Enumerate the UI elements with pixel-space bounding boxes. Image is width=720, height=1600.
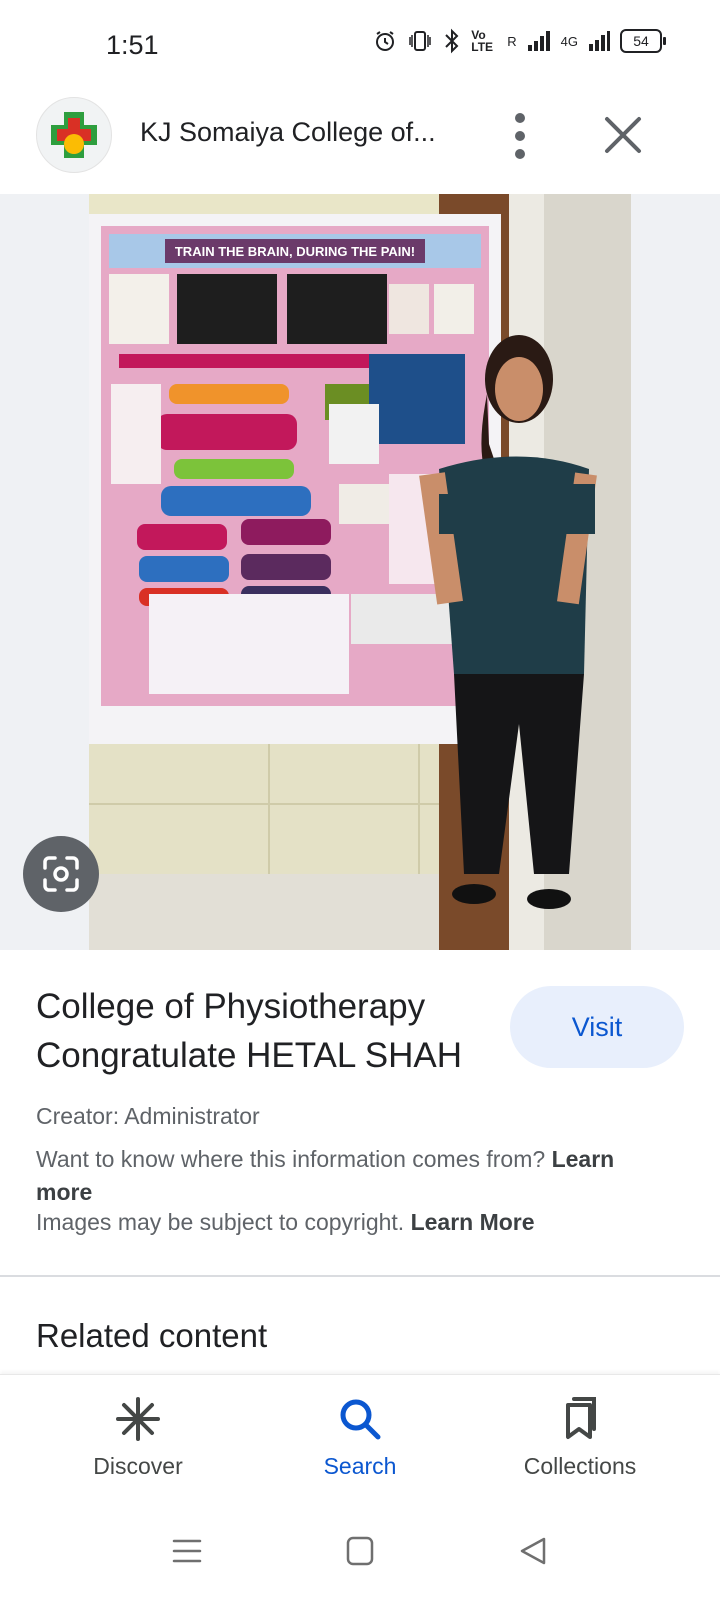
nav-search[interactable]: Search	[260, 1395, 460, 1480]
vibrate-icon	[409, 31, 432, 51]
nav-search-label: Search	[323, 1453, 397, 1479]
divider	[0, 1275, 720, 1277]
network-label: R	[507, 33, 517, 49]
site-logo-icon	[51, 112, 97, 158]
close-icon	[605, 117, 641, 153]
nav-discover[interactable]: Discover	[38, 1395, 238, 1480]
search-icon	[340, 1399, 381, 1440]
asterisk-icon	[116, 1397, 160, 1441]
image-preview-area: TRAIN THE BRAIN, DURING THE PAIN!	[0, 194, 720, 950]
status-bar: 1:51 Vo LTE R 4G 54	[0, 0, 720, 90]
viewer-header: KJ Somaiya College of...	[0, 90, 720, 194]
result-image[interactable]: TRAIN THE BRAIN, DURING THE PAIN!	[89, 194, 631, 950]
bluetooth-icon	[445, 28, 459, 54]
more-vert-icon	[515, 113, 525, 159]
site-title[interactable]: KJ Somaiya College of...	[140, 117, 436, 148]
nav-discover-label: Discover	[93, 1453, 183, 1479]
battery-indicator: 54	[620, 29, 666, 53]
photo-illustration: TRAIN THE BRAIN, DURING THE PAIN!	[89, 194, 631, 950]
info-text: Want to know where this information come…	[36, 1143, 676, 1209]
bottom-navigation: Discover Search Collections	[0, 1374, 720, 1495]
back-icon[interactable]	[518, 1536, 548, 1566]
poster-title: TRAIN THE BRAIN, DURING THE PAIN!	[175, 244, 415, 259]
nav-collections-label: Collections	[523, 1453, 637, 1479]
copyright-notice: Images may be subject to copyright.	[36, 1209, 405, 1235]
copyright-text: Images may be subject to copyright. Lear…	[36, 1209, 535, 1236]
status-time: 1:51	[106, 30, 159, 60]
signal-icon-2	[589, 31, 610, 51]
visit-button[interactable]: Visit	[510, 986, 684, 1068]
battery-level: 54	[633, 33, 649, 49]
network-type: 4G	[560, 33, 578, 49]
recents-menu-icon[interactable]	[172, 1536, 202, 1566]
volte-badge: Vo LTE	[471, 28, 494, 54]
home-icon[interactable]	[346, 1536, 374, 1566]
image-title: College of Physiotherapy Congratulate HE…	[36, 987, 463, 1075]
info-question: Want to know where this information come…	[36, 1146, 546, 1172]
system-navigation-bar	[0, 1494, 720, 1600]
bookmarks-icon	[566, 1397, 596, 1439]
copyright-learn-more-link[interactable]: Learn More	[411, 1209, 535, 1235]
alarm-icon	[376, 31, 395, 51]
creator-text: Creator: Administrator	[36, 1103, 260, 1129]
more-options-button[interactable]	[496, 108, 544, 164]
site-logo[interactable]	[36, 97, 112, 173]
related-content-heading: Related content	[36, 1317, 268, 1354]
google-lens-button[interactable]	[23, 836, 99, 912]
nav-collections[interactable]: Collections	[480, 1395, 680, 1480]
status-icons: Vo LTE R 4G 54	[373, 28, 666, 54]
google-lens-icon	[43, 856, 79, 892]
close-button[interactable]	[598, 110, 648, 160]
signal-icon	[527, 31, 550, 51]
